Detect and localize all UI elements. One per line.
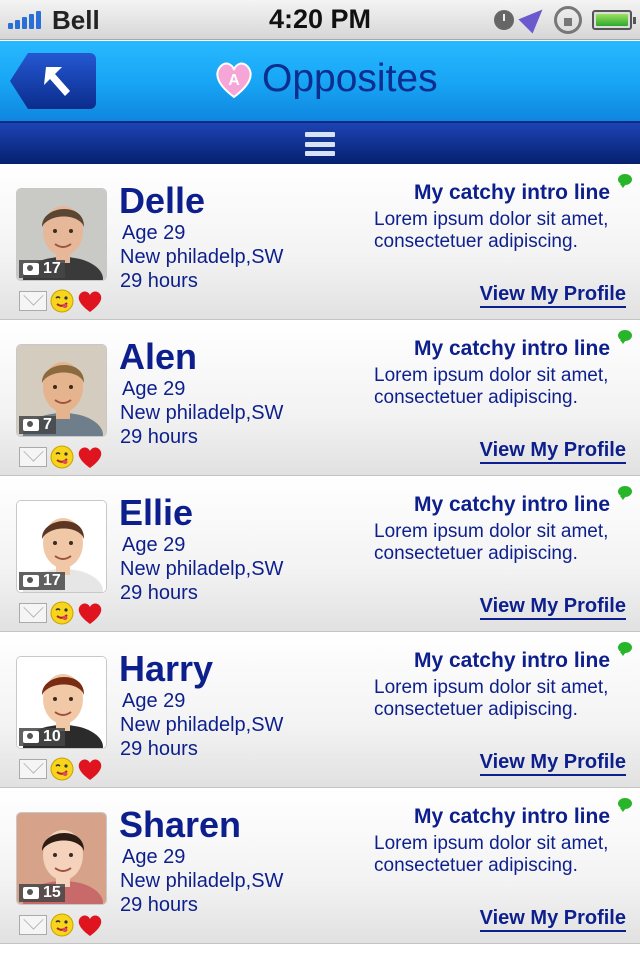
clock-icon <box>494 10 514 30</box>
profile-list: 17 Delle Age 29 New philadelp,SW 29 hour… <box>0 164 640 944</box>
camera-icon <box>23 731 39 743</box>
wink-icon[interactable] <box>50 913 74 937</box>
heart-icon[interactable] <box>77 757 103 781</box>
heart-icon[interactable] <box>77 913 103 937</box>
photo-count: 7 <box>19 416 56 434</box>
profile-age: Age 29 <box>122 378 186 400</box>
wink-icon[interactable] <box>50 289 74 313</box>
svg-text:A: A <box>228 72 240 89</box>
profile-last-seen: 29 hours <box>120 582 198 604</box>
back-button[interactable] <box>10 53 96 109</box>
photo-count: 17 <box>19 572 65 590</box>
photo-count-value: 7 <box>43 416 52 433</box>
camera-icon <box>23 575 39 587</box>
wink-icon[interactable] <box>50 445 74 469</box>
mail-icon[interactable] <box>19 447 47 467</box>
profile-photo[interactable]: 15 <box>16 812 107 905</box>
photo-count-value: 10 <box>43 728 61 745</box>
profile-location: New philadelp,SW <box>120 246 284 268</box>
profile-name[interactable]: Harry <box>119 648 213 690</box>
profile-card[interactable]: 17 Ellie Age 29 New philadelp,SW 29 hour… <box>0 476 640 632</box>
mail-icon[interactable] <box>19 291 47 311</box>
camera-icon <box>23 263 39 275</box>
menu-lines-icon[interactable] <box>305 132 335 156</box>
photo-count: 10 <box>19 728 65 746</box>
photo-count-value: 17 <box>43 572 61 589</box>
intro-text: Lorem ipsum dolor sit amet, consectetuer… <box>374 677 609 720</box>
wink-icon[interactable] <box>50 601 74 625</box>
heart-icon[interactable] <box>77 445 103 469</box>
app-header: A Opposites <box>0 41 640 121</box>
profile-photo[interactable]: 7 <box>16 344 107 437</box>
chat-bubble-icon <box>618 486 632 500</box>
photo-count: 15 <box>19 884 65 902</box>
back-arrow-icon <box>44 67 70 96</box>
heart-icon[interactable] <box>77 289 103 313</box>
wink-icon[interactable] <box>50 757 74 781</box>
heart-icon[interactable] <box>77 601 103 625</box>
profile-location: New philadelp,SW <box>120 714 284 736</box>
mail-icon[interactable] <box>19 915 47 935</box>
heart-logo-icon: A <box>216 62 252 99</box>
profile-name[interactable]: Alen <box>119 336 197 378</box>
profile-card[interactable]: 15 Sharen Age 29 New philadelp,SW 29 hou… <box>0 788 640 944</box>
intro-title: My catchy intro line <box>413 337 610 360</box>
profile-location: New philadelp,SW <box>120 558 284 580</box>
profile-card[interactable]: 10 Harry Age 29 New philadelp,SW 29 hour… <box>0 632 640 788</box>
view-profile-link[interactable]: View My Profile <box>479 282 626 308</box>
view-profile-link[interactable]: View My Profile <box>479 594 626 620</box>
profile-name[interactable]: Delle <box>119 180 205 222</box>
view-profile-link[interactable]: View My Profile <box>479 438 626 464</box>
photo-count: 17 <box>19 260 65 278</box>
intro-title: My catchy intro line <box>413 805 610 828</box>
view-profile-link[interactable]: View My Profile <box>479 906 626 932</box>
menu-bar <box>0 121 640 164</box>
camera-icon <box>23 419 39 431</box>
photo-count-value: 15 <box>43 884 61 901</box>
chat-bubble-icon <box>618 330 632 344</box>
camera-icon <box>23 887 39 899</box>
profile-name[interactable]: Ellie <box>119 492 193 534</box>
profile-photo[interactable]: 17 <box>16 188 107 281</box>
profile-age: Age 29 <box>122 534 186 556</box>
profile-age: Age 29 <box>122 690 186 712</box>
intro-text: Lorem ipsum dolor sit amet, consectetuer… <box>374 365 609 408</box>
intro-title: My catchy intro line <box>413 181 610 204</box>
profile-last-seen: 29 hours <box>120 894 198 916</box>
profile-photo[interactable]: 10 <box>16 656 107 749</box>
profile-location: New philadelp,SW <box>120 870 284 892</box>
status-bar: Bell 4:20 PM <box>0 0 640 40</box>
profile-photo[interactable]: 17 <box>16 500 107 593</box>
battery-icon <box>592 10 636 30</box>
view-profile-link[interactable]: View My Profile <box>479 750 626 776</box>
photo-count-value: 17 <box>43 260 61 277</box>
profile-last-seen: 29 hours <box>120 738 198 760</box>
chat-bubble-icon <box>618 642 632 656</box>
profile-name[interactable]: Sharen <box>119 804 241 846</box>
intro-text: Lorem ipsum dolor sit amet, consectetuer… <box>374 521 609 564</box>
intro-text: Lorem ipsum dolor sit amet, consectetuer… <box>374 833 609 876</box>
intro-title: My catchy intro line <box>413 493 610 516</box>
profile-location: New philadelp,SW <box>120 402 284 424</box>
profile-card[interactable]: 7 Alen Age 29 New philadelp,SW 29 hours … <box>0 320 640 476</box>
mail-icon[interactable] <box>19 603 47 623</box>
intro-text: Lorem ipsum dolor sit amet, consectetuer… <box>374 209 609 252</box>
page-title: Opposites <box>262 57 438 100</box>
mail-icon[interactable] <box>19 759 47 779</box>
location-arrow-icon <box>518 2 550 34</box>
intro-title: My catchy intro line <box>413 649 610 672</box>
profile-last-seen: 29 hours <box>120 270 198 292</box>
chat-bubble-icon <box>618 174 632 188</box>
profile-age: Age 29 <box>122 846 186 868</box>
profile-card[interactable]: 17 Delle Age 29 New philadelp,SW 29 hour… <box>0 164 640 320</box>
profile-age: Age 29 <box>122 222 186 244</box>
rotation-lock-icon <box>554 6 582 34</box>
profile-last-seen: 29 hours <box>120 426 198 448</box>
chat-bubble-icon <box>618 798 632 812</box>
